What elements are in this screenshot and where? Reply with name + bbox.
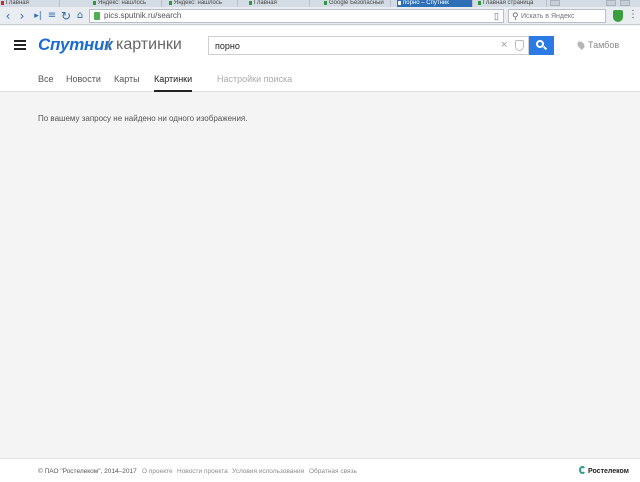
tab-images[interactable]: Картинки [154,73,193,92]
footer-link-news[interactable]: Новости проекта [177,467,228,476]
footer-link-about[interactable]: О проекте [142,467,173,476]
favicon-icon [1,1,4,5]
browser-search-input[interactable] [521,11,603,21]
section-title[interactable]: картинки [116,35,182,55]
browser-tab[interactable]: Google Безопасный [323,0,391,7]
location-pin-icon [576,40,586,50]
reload-icon[interactable]: ↻ [60,9,72,23]
shield-icon[interactable] [613,10,623,22]
browser-tab[interactable]: Яндекс: нашлось [92,0,162,7]
footer: © ПАО "Ростелеком", 2014–2017 О проекте … [0,458,640,482]
browser-tab-strip: Главная Яндекс: нашлось Яндекс: нашлось … [0,0,640,7]
skip-icon[interactable]: ▸| [32,9,44,23]
search-input[interactable] [215,38,495,53]
favicon-icon [324,1,327,5]
forward-icon[interactable]: › [16,9,28,23]
browser-toolbar: ‹ › ▸| ≡ ↻ ⌂ pics.sputnik.ru/search ▯ ⚲ … [0,7,640,25]
bookmark-icon[interactable]: ▯ [494,11,499,21]
site-header: Спутник / картинки × Тамбов [0,26,640,66]
tab-news[interactable]: Новости [66,73,101,90]
logo-separator: / [106,35,111,54]
safe-search-shield-icon[interactable] [515,40,524,51]
search-icon: ⚲ [512,11,519,21]
copyright-text: © ПАО "Ростелеком", 2014–2017 [38,468,137,475]
search-box[interactable]: × [208,36,529,55]
browser-tab[interactable]: Главная [0,0,60,7]
favicon-icon [478,1,481,5]
sputnik-logo[interactable]: Спутник [38,35,113,55]
browser-tab[interactable]: Главная страница [477,0,547,7]
browser-tab[interactable]: Яндекс: нашлось [168,0,238,7]
back-icon[interactable]: ‹ [2,9,14,23]
clear-icon[interactable]: × [501,39,507,52]
browser-tab-active[interactable]: порно – Спутник [397,0,473,7]
browser-tab[interactable]: Главная [248,0,310,7]
tab-maps[interactable]: Карты [114,73,140,90]
rostelecom-mark-icon [579,466,586,474]
search-button[interactable] [529,36,554,55]
footer-link-terms[interactable]: Условия использования [232,467,304,476]
browser-search-box[interactable]: ⚲ [508,9,606,23]
tab-search-settings[interactable]: Настройки поиска [217,73,292,90]
maximize-button[interactable] [620,0,630,6]
search-tabs: Все Новости Карты Картинки Настройки пои… [0,66,640,92]
favicon-icon [249,1,252,5]
city-selector[interactable]: Тамбов [576,39,619,51]
new-tab-button[interactable] [550,0,560,6]
bookmarks-icon[interactable]: ≡ [46,9,58,23]
url-text: pics.sputnik.ru/search [104,11,182,20]
footer-link-feedback[interactable]: Обратная связь [309,467,357,476]
browser-menu-icon[interactable]: ⋮ [628,9,638,21]
hamburger-menu-icon[interactable] [14,40,26,50]
favicon-icon [169,1,172,5]
home-icon[interactable]: ⌂ [74,9,86,23]
lock-icon [94,12,100,20]
minimize-button[interactable] [606,0,616,6]
address-bar[interactable]: pics.sputnik.ru/search ▯ [89,9,504,23]
no-results-message: По вашему запросу не найдено ни одного и… [38,114,248,123]
tab-all[interactable]: Все [38,73,54,90]
favicon-icon [398,1,401,5]
rostelecom-logo[interactable]: Ростелеком [579,466,629,477]
favicon-icon [93,1,96,5]
